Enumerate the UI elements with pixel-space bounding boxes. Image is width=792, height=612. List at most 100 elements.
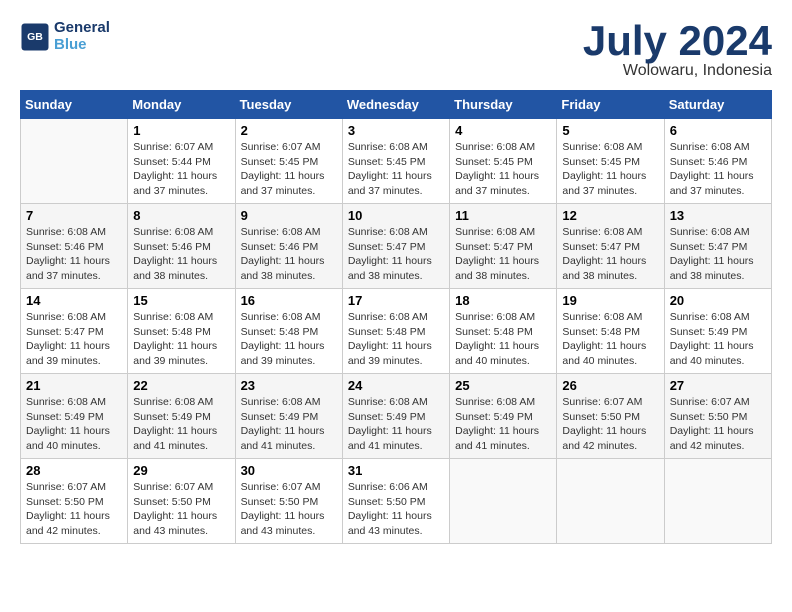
header-sunday: Sunday: [21, 91, 128, 119]
day-number: 15: [133, 293, 229, 308]
day-number: 9: [241, 208, 337, 223]
day-info: Sunrise: 6:08 AM Sunset: 5:47 PM Dayligh…: [455, 225, 551, 284]
calendar-cell: 6Sunrise: 6:08 AM Sunset: 5:46 PM Daylig…: [664, 119, 771, 204]
day-number: 14: [26, 293, 122, 308]
day-info: Sunrise: 6:08 AM Sunset: 5:48 PM Dayligh…: [455, 310, 551, 369]
day-number: 2: [241, 123, 337, 138]
day-info: Sunrise: 6:08 AM Sunset: 5:48 PM Dayligh…: [241, 310, 337, 369]
day-number: 19: [562, 293, 658, 308]
day-info: Sunrise: 6:08 AM Sunset: 5:48 PM Dayligh…: [562, 310, 658, 369]
calendar-cell: 13 Sunrise: 6:08 AM Sunset: 5:47 PM Dayli…: [664, 204, 771, 289]
calendar-cell: 24 Sunrise: 6:08 AM Sunset: 5:49 PM Dayli…: [342, 374, 449, 459]
day-info: Sunrise: 6:07 AM Sunset: 5:50 PM Dayligh…: [26, 480, 122, 539]
calendar-week-row: 21Sunrise: 6:08 AM Sunset: 5:49 PM Dayli…: [21, 374, 772, 459]
calendar-cell: [557, 459, 664, 544]
day-info: Sunrise: 6:08 AM Sunset: 5:49 PM Dayligh…: [26, 395, 122, 454]
day-number: 5: [562, 123, 658, 138]
calendar-cell: 2 Sunrise: 6:07 AM Sunset: 5:45 PM Daylig…: [235, 119, 342, 204]
day-info: Sunrise: 6:08 AM Sunset: 5:45 PM Dayligh…: [348, 140, 444, 199]
day-info: Sunrise: 6:08 AM Sunset: 5:45 PM Dayligh…: [455, 140, 551, 199]
day-info: Sunrise: 6:08 AM Sunset: 5:46 PM Dayligh…: [26, 225, 122, 284]
calendar-week-row: 1Sunrise: 6:07 AM Sunset: 5:44 PM Daylig…: [21, 119, 772, 204]
day-info: Sunrise: 6:07 AM Sunset: 5:44 PM Dayligh…: [133, 140, 229, 199]
calendar-cell: 20 Sunrise: 6:08 AM Sunset: 5:49 PM Dayli…: [664, 289, 771, 374]
day-info: Sunrise: 6:08 AM Sunset: 5:45 PM Dayligh…: [562, 140, 658, 199]
header-saturday: Saturday: [664, 91, 771, 119]
day-info: Sunrise: 6:08 AM Sunset: 5:49 PM Dayligh…: [670, 310, 766, 369]
calendar-cell: [664, 459, 771, 544]
day-number: 12: [562, 208, 658, 223]
header-wednesday: Wednesday: [342, 91, 449, 119]
calendar-cell: 30 Sunrise: 6:07 AM Sunset: 5:50 PM Dayli…: [235, 459, 342, 544]
day-info: Sunrise: 6:07 AM Sunset: 5:50 PM Dayligh…: [133, 480, 229, 539]
day-info: Sunrise: 6:08 AM Sunset: 5:48 PM Dayligh…: [348, 310, 444, 369]
day-number: 23: [241, 378, 337, 393]
day-number: 29: [133, 463, 229, 478]
calendar-cell: 26Sunrise: 6:07 AM Sunset: 5:50 PM Dayli…: [557, 374, 664, 459]
day-info: Sunrise: 6:08 AM Sunset: 5:46 PM Dayligh…: [241, 225, 337, 284]
calendar-cell: 31 Sunrise: 6:06 AM Sunset: 5:50 PM Dayli…: [342, 459, 449, 544]
day-info: Sunrise: 6:08 AM Sunset: 5:49 PM Dayligh…: [455, 395, 551, 454]
day-info: Sunrise: 6:08 AM Sunset: 5:49 PM Dayligh…: [133, 395, 229, 454]
header-monday: Monday: [128, 91, 235, 119]
calendar-cell: [450, 459, 557, 544]
calendar-cell: 3 Sunrise: 6:08 AM Sunset: 5:45 PM Daylig…: [342, 119, 449, 204]
header-thursday: Thursday: [450, 91, 557, 119]
day-info: Sunrise: 6:08 AM Sunset: 5:49 PM Dayligh…: [241, 395, 337, 454]
location: Wolowaru, Indonesia: [583, 62, 772, 80]
calendar-cell: 22 Sunrise: 6:08 AM Sunset: 5:49 PM Dayli…: [128, 374, 235, 459]
day-number: 4: [455, 123, 551, 138]
day-number: 8: [133, 208, 229, 223]
calendar-week-row: 7 Sunrise: 6:08 AM Sunset: 5:46 PM Daylig…: [21, 204, 772, 289]
day-number: 30: [241, 463, 337, 478]
calendar-table: SundayMondayTuesdayWednesdayThursdayFrid…: [20, 90, 772, 544]
day-info: Sunrise: 6:08 AM Sunset: 5:49 PM Dayligh…: [348, 395, 444, 454]
day-number: 20: [670, 293, 766, 308]
day-number: 27: [670, 378, 766, 393]
calendar-cell: 12 Sunrise: 6:08 AM Sunset: 5:47 PM Dayli…: [557, 204, 664, 289]
calendar-cell: 4 Sunrise: 6:08 AM Sunset: 5:45 PM Daylig…: [450, 119, 557, 204]
calendar-cell: 11 Sunrise: 6:08 AM Sunset: 5:47 PM Dayli…: [450, 204, 557, 289]
page-header: GB General Blue July 2024 Wolowaru, Indo…: [20, 20, 772, 80]
calendar-cell: 1Sunrise: 6:07 AM Sunset: 5:44 PM Daylig…: [128, 119, 235, 204]
calendar-cell: 25 Sunrise: 6:08 AM Sunset: 5:49 PM Dayli…: [450, 374, 557, 459]
calendar-header-row: SundayMondayTuesdayWednesdayThursdayFrid…: [21, 91, 772, 119]
day-number: 3: [348, 123, 444, 138]
day-info: Sunrise: 6:08 AM Sunset: 5:47 PM Dayligh…: [348, 225, 444, 284]
day-number: 24: [348, 378, 444, 393]
day-number: 22: [133, 378, 229, 393]
calendar-cell: 14 Sunrise: 6:08 AM Sunset: 5:47 PM Dayli…: [21, 289, 128, 374]
day-number: 6: [670, 123, 766, 138]
calendar-cell: 16Sunrise: 6:08 AM Sunset: 5:48 PM Dayli…: [235, 289, 342, 374]
calendar-cell: 5 Sunrise: 6:08 AM Sunset: 5:45 PM Daylig…: [557, 119, 664, 204]
day-info: Sunrise: 6:08 AM Sunset: 5:47 PM Dayligh…: [26, 310, 122, 369]
calendar-cell: 7 Sunrise: 6:08 AM Sunset: 5:46 PM Daylig…: [21, 204, 128, 289]
calendar-cell: 23 Sunrise: 6:08 AM Sunset: 5:49 PM Dayli…: [235, 374, 342, 459]
calendar-cell: 10 Sunrise: 6:08 AM Sunset: 5:47 PM Dayli…: [342, 204, 449, 289]
day-number: 28: [26, 463, 122, 478]
day-info: Sunrise: 6:06 AM Sunset: 5:50 PM Dayligh…: [348, 480, 444, 539]
day-number: 17: [348, 293, 444, 308]
calendar-week-row: 28 Sunrise: 6:07 AM Sunset: 5:50 PM Dayli…: [21, 459, 772, 544]
calendar-cell: 19 Sunrise: 6:08 AM Sunset: 5:48 PM Dayli…: [557, 289, 664, 374]
day-info: Sunrise: 6:08 AM Sunset: 5:47 PM Dayligh…: [562, 225, 658, 284]
title-block: July 2024 Wolowaru, Indonesia: [583, 20, 772, 80]
day-info: Sunrise: 6:07 AM Sunset: 5:45 PM Dayligh…: [241, 140, 337, 199]
day-number: 13: [670, 208, 766, 223]
day-info: Sunrise: 6:08 AM Sunset: 5:47 PM Dayligh…: [670, 225, 766, 284]
header-friday: Friday: [557, 91, 664, 119]
day-number: 25: [455, 378, 551, 393]
day-number: 31: [348, 463, 444, 478]
svg-text:GB: GB: [27, 31, 43, 43]
calendar-cell: 21Sunrise: 6:08 AM Sunset: 5:49 PM Dayli…: [21, 374, 128, 459]
month-title: July 2024: [583, 20, 772, 62]
calendar-cell: 18Sunrise: 6:08 AM Sunset: 5:48 PM Dayli…: [450, 289, 557, 374]
day-number: 26: [562, 378, 658, 393]
calendar-cell: [21, 119, 128, 204]
day-info: Sunrise: 6:08 AM Sunset: 5:48 PM Dayligh…: [133, 310, 229, 369]
day-number: 10: [348, 208, 444, 223]
day-number: 7: [26, 208, 122, 223]
calendar-cell: 29 Sunrise: 6:07 AM Sunset: 5:50 PM Dayli…: [128, 459, 235, 544]
day-number: 11: [455, 208, 551, 223]
day-info: Sunrise: 6:07 AM Sunset: 5:50 PM Dayligh…: [241, 480, 337, 539]
